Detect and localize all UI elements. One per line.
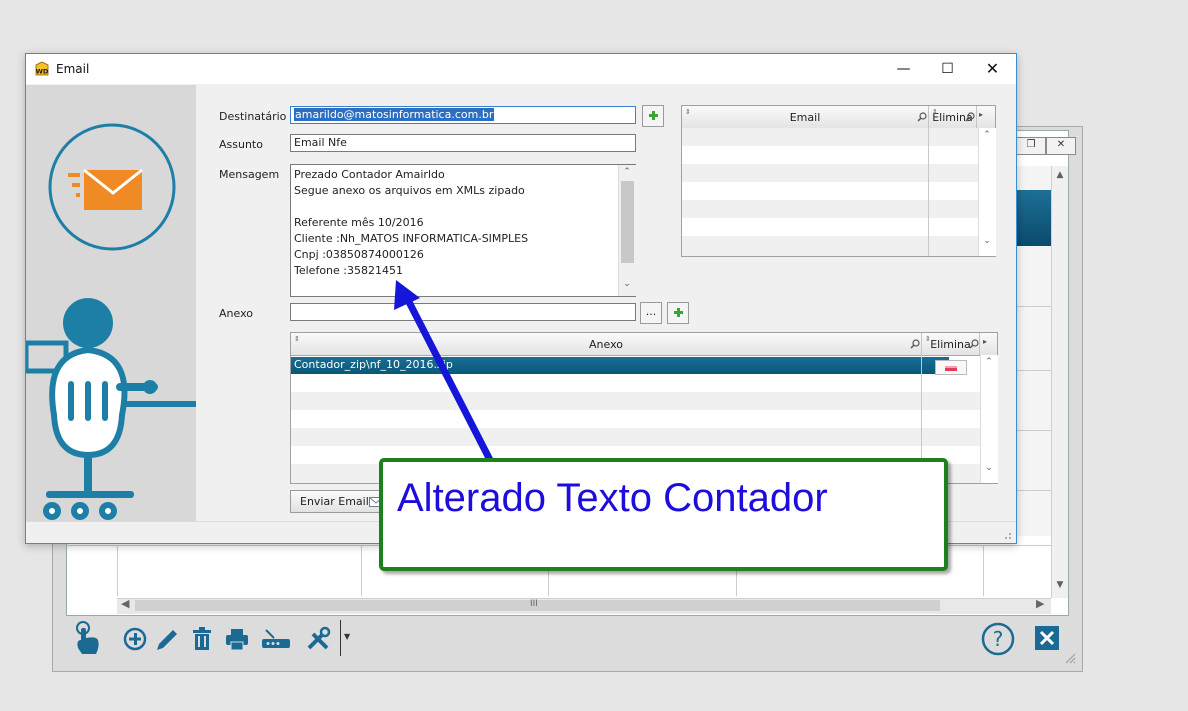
window-title: Email xyxy=(56,62,90,76)
close-x-icon[interactable] xyxy=(1035,626,1059,650)
edit-pencil-icon[interactable] xyxy=(152,624,182,654)
email-grid-scrollbar[interactable]: ⌃ ⌄ xyxy=(978,128,996,256)
send-email-button[interactable]: Enviar Email xyxy=(290,490,390,513)
message-line: Segue anexo os arquivos em XMLs zipado xyxy=(294,184,525,197)
message-line: Prezado Contador Amairldo xyxy=(294,168,445,181)
email-grid[interactable]: Email Elimina ▸ ⌃ ⌄ ⇕ ⇕ xyxy=(681,105,996,257)
maximize-button[interactable]: ☐ xyxy=(925,54,970,84)
message-line: Referente mês 10/2016 xyxy=(294,216,424,229)
scroll-down-icon[interactable]: ▼ xyxy=(1052,580,1068,590)
anexo-grid-scrollbar[interactable]: ⌃ ⌄ xyxy=(980,355,998,483)
print-icon[interactable] xyxy=(222,624,252,654)
magnifier-icon[interactable] xyxy=(910,339,920,349)
col-email[interactable]: Email xyxy=(682,106,929,128)
scroll-down-icon[interactable]: ⌄ xyxy=(981,463,997,473)
annotation-arrow xyxy=(394,280,494,464)
label-assunto: Assunto xyxy=(219,138,263,151)
illustration-panel xyxy=(26,85,196,521)
close-button[interactable]: ✕ xyxy=(970,54,1015,84)
bg-toolbar: ▼ ? xyxy=(60,614,1070,664)
message-line: Cliente :Nh_MATOS INFORMATICA-SIMPLES xyxy=(294,232,529,245)
destinatario-value: amarildo@matosinformatica.com.br xyxy=(294,108,495,121)
scroll-down-icon[interactable]: ⌄ xyxy=(619,279,635,289)
sort-icon[interactable]: ⇕ xyxy=(294,335,300,343)
email-grid-header: Email Elimina ▸ xyxy=(682,106,995,129)
magnifier-icon[interactable] xyxy=(965,112,975,122)
bg-close-button[interactable]: ✕ xyxy=(1046,137,1076,155)
magnifier-icon[interactable] xyxy=(969,339,979,349)
column-menu-icon[interactable]: ▸ xyxy=(983,337,987,346)
help-icon[interactable]: ? xyxy=(981,622,1015,656)
svg-text:WD: WD xyxy=(36,68,49,76)
eraser-button[interactable] xyxy=(935,360,967,375)
scroll-grip: III xyxy=(530,599,538,609)
browse-button[interactable]: ... xyxy=(640,302,662,324)
label-mensagem: Mensagem xyxy=(219,168,280,181)
column-menu-icon[interactable]: ▸ xyxy=(979,110,983,119)
message-line: Cnpj :03850874000126 xyxy=(294,248,424,261)
scroll-right-icon[interactable]: ▶ xyxy=(1036,597,1044,610)
scroll-down-icon[interactable]: ⌄ xyxy=(979,236,995,246)
resize-grip[interactable] xyxy=(1064,652,1076,664)
label-anexo: Anexo xyxy=(219,307,253,320)
sort-icon[interactable]: ⇕ xyxy=(685,108,691,116)
resize-grip[interactable] xyxy=(1002,530,1012,540)
bg-vertical-scrollbar[interactable]: ▲ ▼ xyxy=(1051,166,1068,598)
bg-grid-selected-row[interactable] xyxy=(1016,190,1051,246)
trash-icon[interactable] xyxy=(187,624,217,654)
minimize-button[interactable]: — xyxy=(881,54,926,84)
scroll-up-icon[interactable]: ⌃ xyxy=(979,130,995,140)
email-person-illustration xyxy=(26,123,196,520)
tools-icon[interactable] xyxy=(303,624,333,654)
add-attachment-button[interactable] xyxy=(667,302,689,324)
svg-text:?: ? xyxy=(993,627,1004,651)
wd-app-icon: WD xyxy=(35,61,49,76)
destinatario-field[interactable]: amarildo@matosinformatica.com.br xyxy=(290,106,636,124)
scroll-up-icon[interactable]: ⌃ xyxy=(619,167,635,177)
scroll-left-icon[interactable]: ◀ xyxy=(121,597,129,610)
assunto-field[interactable]: Email Nfe xyxy=(290,134,636,152)
scroll-up-icon[interactable]: ⌃ xyxy=(981,357,997,367)
add-circle-icon[interactable] xyxy=(122,624,152,654)
scroll-up-icon[interactable]: ▲ xyxy=(1052,170,1068,180)
add-recipient-button[interactable] xyxy=(642,105,664,127)
magnifier-icon[interactable] xyxy=(917,112,927,122)
callout-text: Alterado Texto Contador xyxy=(397,476,828,520)
bg-restore-button[interactable]: ❐ xyxy=(1016,137,1046,155)
sort-icon[interactable]: ⇕ xyxy=(932,108,938,116)
label-destinatario: Destinatário xyxy=(219,110,287,123)
title-bar[interactable]: WD Email — ☐ ✕ xyxy=(26,54,1016,84)
scroll-thumb[interactable] xyxy=(621,181,634,263)
eraser-icon xyxy=(945,366,957,371)
toolbar-dropdown-icon[interactable]: ▼ xyxy=(344,632,350,641)
modem-icon[interactable] xyxy=(258,624,294,654)
annotation-callout: Alterado Texto Contador xyxy=(379,458,948,571)
sort-icon[interactable]: ⇕ xyxy=(925,335,931,343)
message-scrollbar[interactable]: ⌃ ⌄ xyxy=(618,165,636,296)
touch-hand-icon[interactable] xyxy=(72,620,102,656)
green-plus-icon xyxy=(649,111,658,120)
green-plus-icon xyxy=(674,308,683,317)
